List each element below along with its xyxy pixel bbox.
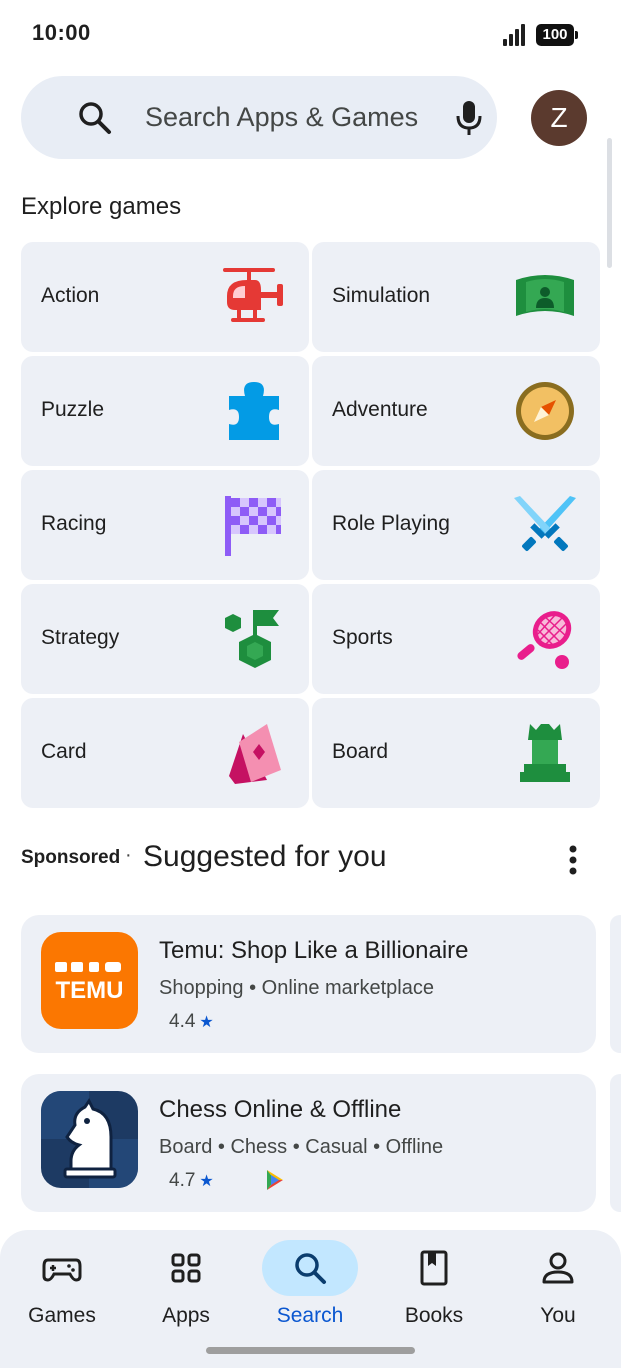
sponsored-label: Sponsored <box>21 847 121 868</box>
more-vert-icon[interactable] <box>561 842 585 878</box>
category-strategy[interactable]: Strategy <box>21 584 309 694</box>
category-action[interactable]: Action <box>21 242 309 352</box>
nav-apps[interactable]: Apps <box>124 1230 248 1340</box>
category-card[interactable]: Card <box>21 698 309 808</box>
nav-label: Books <box>404 1304 464 1327</box>
search-bar[interactable]: Search Apps & Games <box>21 76 497 159</box>
playing-cards-icon <box>229 724 281 784</box>
helicopter-icon <box>223 268 283 322</box>
category-label: Role Playing <box>332 512 450 535</box>
book-icon <box>420 1250 448 1286</box>
nav-label: Search <box>276 1304 344 1327</box>
play-pass-icon <box>267 1170 283 1190</box>
next-card-peek[interactable] <box>610 1074 621 1212</box>
temu-app-icon: TEMU <box>41 932 138 1029</box>
status-bar: 10:00 100 <box>0 0 621 68</box>
strategy-flag-icon <box>225 610 279 668</box>
category-label: Board <box>332 740 389 763</box>
next-card-peek[interactable] <box>610 915 621 1053</box>
suggested-header: Sponsored · Suggested for you <box>21 838 591 878</box>
temu-logo-text: TEMU <box>56 977 124 1004</box>
nav-search[interactable]: Search <box>248 1230 372 1340</box>
tennis-racket-icon <box>517 611 572 669</box>
app-card-temu[interactable]: TEMU Temu: Shop Like a Billionaire Shopp… <box>21 915 596 1053</box>
home-indicator[interactable] <box>206 1347 415 1354</box>
search-icon <box>79 102 111 134</box>
rating-value: 4.7 <box>169 1170 196 1191</box>
nav-label: Games <box>28 1304 96 1327</box>
search-icon <box>295 1253 326 1284</box>
nav-you[interactable]: You <box>496 1230 620 1340</box>
nav-label: Apps <box>162 1304 210 1327</box>
category-puzzle[interactable]: Puzzle <box>21 356 309 466</box>
nav-games[interactable]: Games <box>0 1230 124 1340</box>
battery-indicator: 100 <box>536 24 578 46</box>
app-tags: Shopping • Online marketplace <box>159 977 434 999</box>
app-card-chess[interactable]: Chess Online & Offline Board • Chess • C… <box>21 1074 596 1212</box>
checkered-flag-icon <box>225 496 281 556</box>
app-name: Temu: Shop Like a Billionaire <box>159 937 469 964</box>
app-tags: Board • Chess • Casual • Offline <box>159 1136 444 1158</box>
crossed-swords-icon <box>514 496 576 551</box>
signal-icon <box>503 24 525 46</box>
category-label: Puzzle <box>41 398 105 421</box>
nav-label: You <box>540 1304 576 1327</box>
scrollbar[interactable] <box>607 138 612 268</box>
app-name: Chess Online & Offline <box>159 1096 402 1123</box>
chess-rook-icon <box>520 724 570 782</box>
category-adventure[interactable]: Adventure <box>312 356 600 466</box>
search-input[interactable]: Search Apps & Games <box>145 102 418 133</box>
category-label: Strategy <box>41 626 120 649</box>
suggested-title: Suggested for you <box>143 840 387 873</box>
status-time: 10:00 <box>32 20 91 45</box>
person-icon <box>542 1252 574 1284</box>
simulation-icon <box>516 275 574 316</box>
section-title: Explore games <box>21 193 182 220</box>
star-icon: ★ <box>199 1014 214 1031</box>
category-role-playing[interactable]: Role Playing <box>312 470 600 580</box>
category-label: Sports <box>332 626 393 649</box>
chess-knight-icon <box>41 1091 138 1188</box>
temu-logo-icon: TEMU <box>55 962 124 1004</box>
apps-grid-icon <box>171 1253 201 1283</box>
category-label: Simulation <box>332 284 431 307</box>
category-board[interactable]: Board <box>312 698 600 808</box>
category-racing[interactable]: Racing <box>21 470 309 580</box>
category-label: Action <box>41 284 100 307</box>
category-label: Card <box>41 740 87 763</box>
category-label: Racing <box>41 512 107 535</box>
nav-books[interactable]: Books <box>372 1230 496 1340</box>
compass-icon <box>516 382 574 440</box>
category-label: Adventure <box>332 398 428 421</box>
avatar[interactable]: Z <box>531 90 587 146</box>
rating-value: 4.4 <box>169 1011 196 1032</box>
separator: · <box>125 844 132 866</box>
puzzle-piece-icon <box>229 382 279 440</box>
microphone-icon[interactable] <box>453 100 485 136</box>
gamepad-icon <box>42 1258 82 1282</box>
star-icon: ★ <box>199 1173 214 1190</box>
category-simulation[interactable]: Simulation <box>312 242 600 352</box>
app-rating: 4.4 ★ <box>169 1011 214 1033</box>
app-rating: 4.7 ★ <box>169 1170 283 1192</box>
chess-app-icon <box>41 1091 138 1188</box>
category-sports[interactable]: Sports <box>312 584 600 694</box>
